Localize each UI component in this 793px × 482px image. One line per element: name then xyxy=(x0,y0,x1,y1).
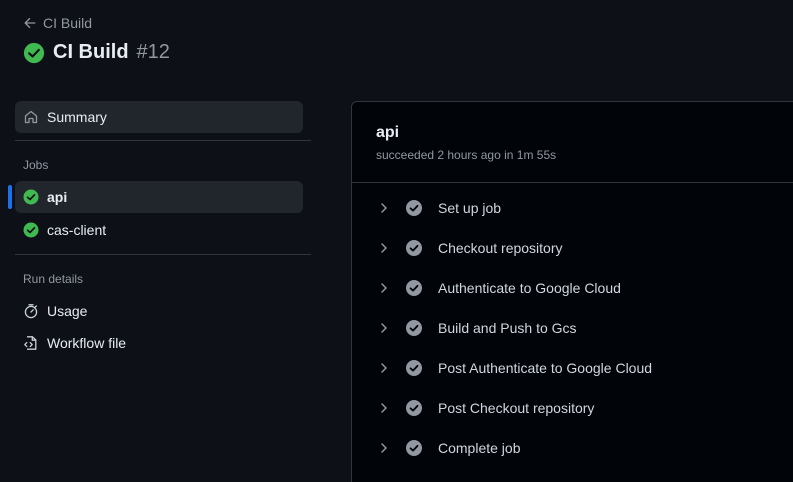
workflow-name: CI Build xyxy=(53,41,129,63)
selected-indicator xyxy=(8,185,12,209)
step-label: Set up job xyxy=(438,200,502,216)
job-step-post-checkout[interactable]: Post Checkout repository xyxy=(352,388,793,428)
back-link[interactable]: CI Build xyxy=(23,15,92,31)
workflow-run-page: CI Build CI Build #12 Summary Jobs api c… xyxy=(0,0,793,482)
sidebar-item-job-cas-client[interactable]: cas-client xyxy=(15,214,303,246)
step-check-icon xyxy=(406,440,422,456)
arrow-left-icon xyxy=(24,17,36,29)
chevron-right-icon xyxy=(381,283,387,293)
job-step-authenticate-google-cloud[interactable]: Authenticate to Google Cloud xyxy=(352,268,793,308)
step-check-icon xyxy=(406,240,422,256)
step-label: Post Authenticate to Google Cloud xyxy=(438,360,653,376)
home-icon xyxy=(24,110,38,124)
job-divider xyxy=(352,182,793,183)
step-label: Checkout repository xyxy=(438,240,563,256)
page-title: CI Build #12 xyxy=(23,41,170,64)
job-panel: api succeeded 2 hours ago in 1m 55s Set … xyxy=(351,101,793,482)
sidebar-item-summary[interactable]: Summary xyxy=(15,101,303,133)
job-name: api xyxy=(376,124,400,141)
job-header: api succeeded 2 hours ago in 1m 55s xyxy=(376,124,556,162)
step-check-icon xyxy=(406,200,422,216)
jobs-heading: Jobs xyxy=(23,158,49,172)
sidebar-item-label: Summary xyxy=(47,109,107,125)
sidebar-divider xyxy=(15,140,311,141)
step-check-icon xyxy=(406,280,422,296)
step-label: Complete job xyxy=(438,440,521,456)
job-step-post-authenticate[interactable]: Post Authenticate to Google Cloud xyxy=(352,348,793,388)
sidebar-item-label: api xyxy=(47,189,68,205)
job-step-complete-job[interactable]: Complete job xyxy=(352,428,793,468)
step-check-icon xyxy=(406,400,422,416)
chevron-right-icon xyxy=(381,403,387,413)
chevron-right-icon xyxy=(381,323,387,333)
job-steps-list: Set up job Checkout repository Authentic… xyxy=(352,188,793,468)
sidebar-item-workflow-file[interactable]: Workflow file xyxy=(15,327,303,359)
job-status-text: succeeded 2 hours ago in 1m 55s xyxy=(376,148,557,162)
sidebar-item-label: cas-client xyxy=(47,222,107,238)
sidebar-item-label: Usage xyxy=(47,303,88,319)
chevron-right-icon xyxy=(381,203,387,213)
success-check-icon xyxy=(23,189,39,205)
file-code-icon xyxy=(24,336,37,350)
run-details-heading: Run details xyxy=(23,272,84,286)
stopwatch-icon xyxy=(24,304,38,319)
back-link-label: CI Build xyxy=(43,15,93,31)
step-label: Authenticate to Google Cloud xyxy=(438,280,621,296)
chevron-right-icon xyxy=(381,243,387,253)
chevron-right-icon xyxy=(381,443,387,453)
step-check-icon xyxy=(406,360,422,376)
success-check-icon xyxy=(23,222,39,238)
sidebar-item-usage[interactable]: Usage xyxy=(15,295,303,327)
sidebar-item-label: Workflow file xyxy=(47,335,127,351)
step-label: Post Checkout repository xyxy=(438,400,595,416)
success-check-icon xyxy=(23,42,45,63)
job-step-checkout-repository[interactable]: Checkout repository xyxy=(352,228,793,268)
step-check-icon xyxy=(406,320,422,336)
sidebar-divider xyxy=(15,254,311,255)
chevron-right-icon xyxy=(381,363,387,373)
sidebar-item-job-api[interactable]: api xyxy=(15,181,303,213)
job-step-set-up-job[interactable]: Set up job xyxy=(352,188,793,228)
run-number: #12 xyxy=(136,41,170,63)
step-label: Build and Push to Gcs xyxy=(438,320,577,336)
job-step-build-and-push[interactable]: Build and Push to Gcs xyxy=(352,308,793,348)
